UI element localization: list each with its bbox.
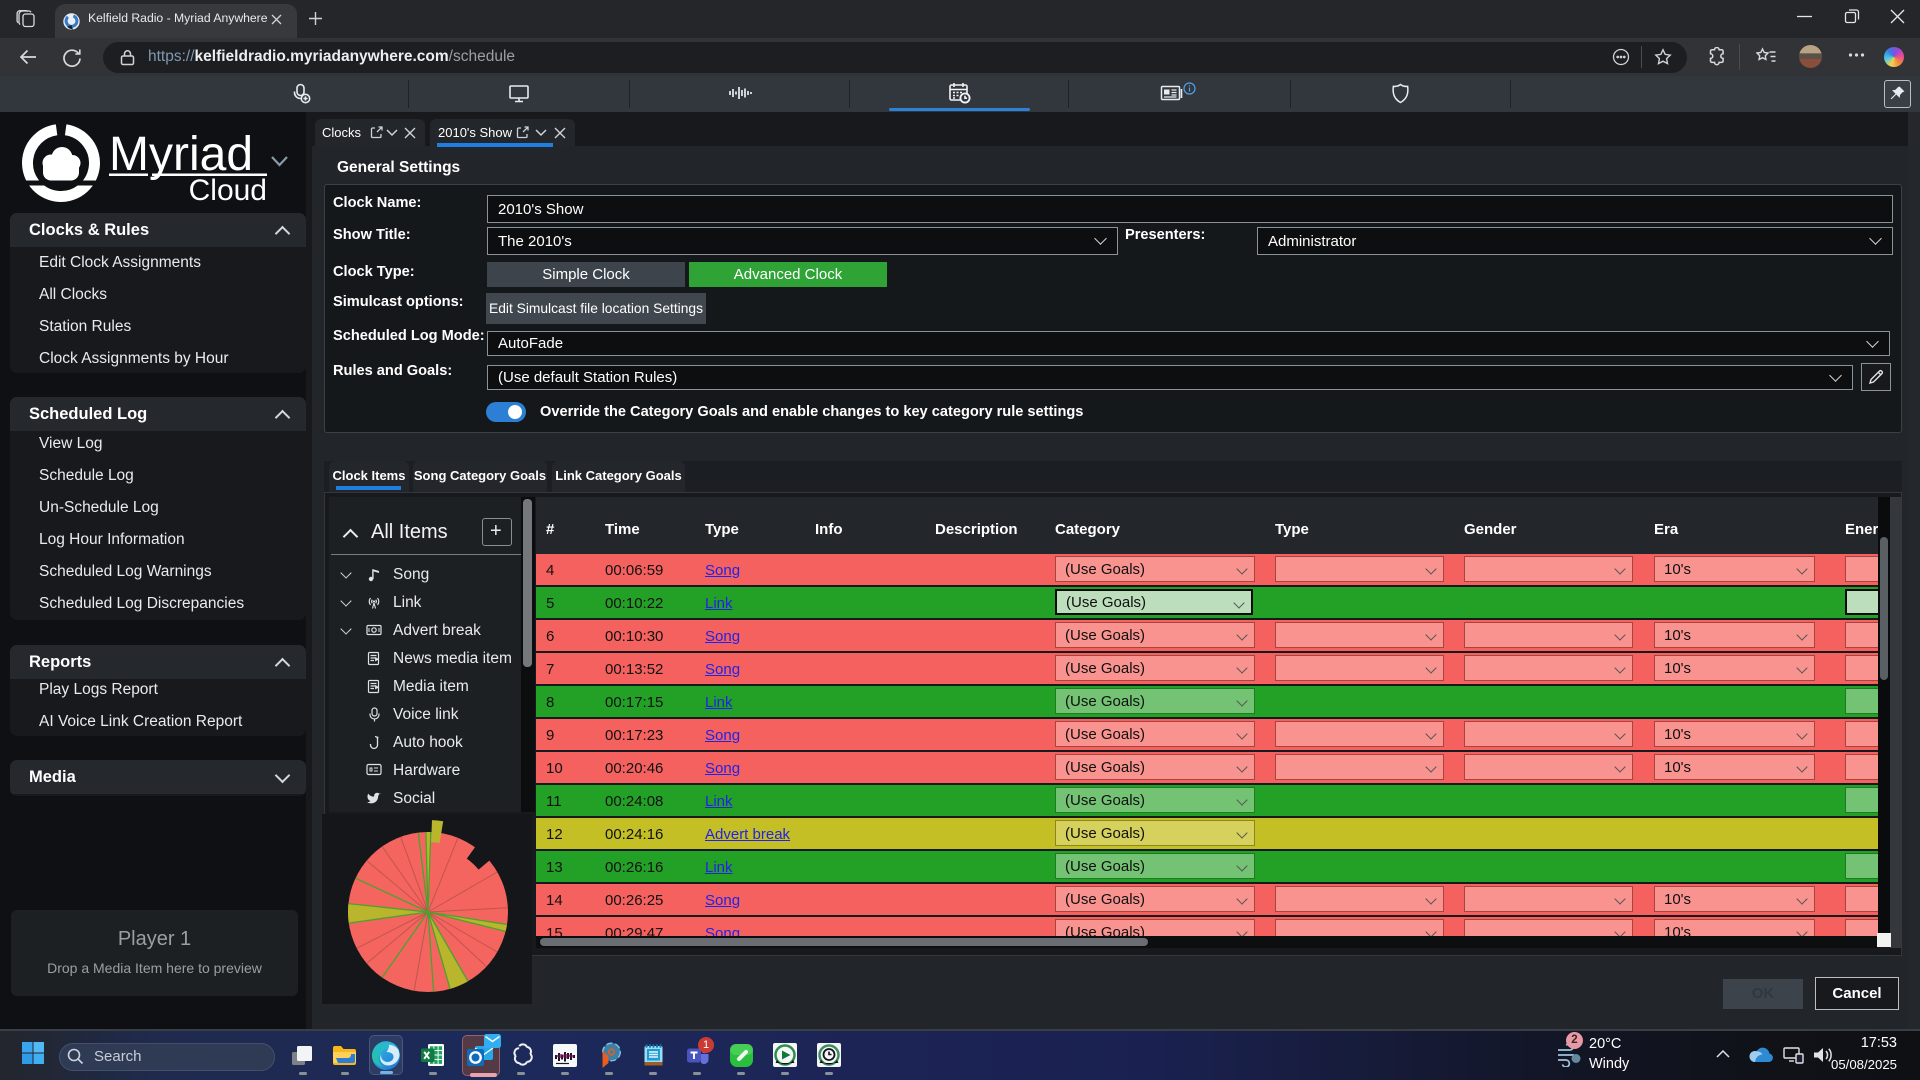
svg-text:Cloud: Cloud — [189, 174, 267, 207]
